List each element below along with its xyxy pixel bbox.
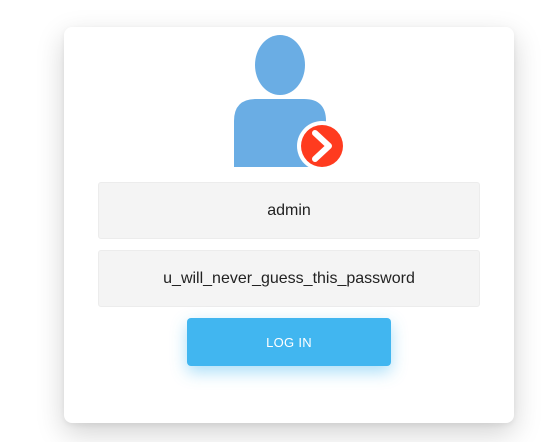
username-input[interactable]: [99, 183, 479, 238]
page: LOG IN: [0, 0, 556, 442]
password-input[interactable]: [99, 251, 479, 306]
login-card: LOG IN: [64, 27, 514, 423]
login-button[interactable]: LOG IN: [187, 318, 391, 366]
username-field[interactable]: [98, 182, 480, 239]
user-login-icon: [231, 35, 349, 171]
password-field[interactable]: [98, 250, 480, 307]
